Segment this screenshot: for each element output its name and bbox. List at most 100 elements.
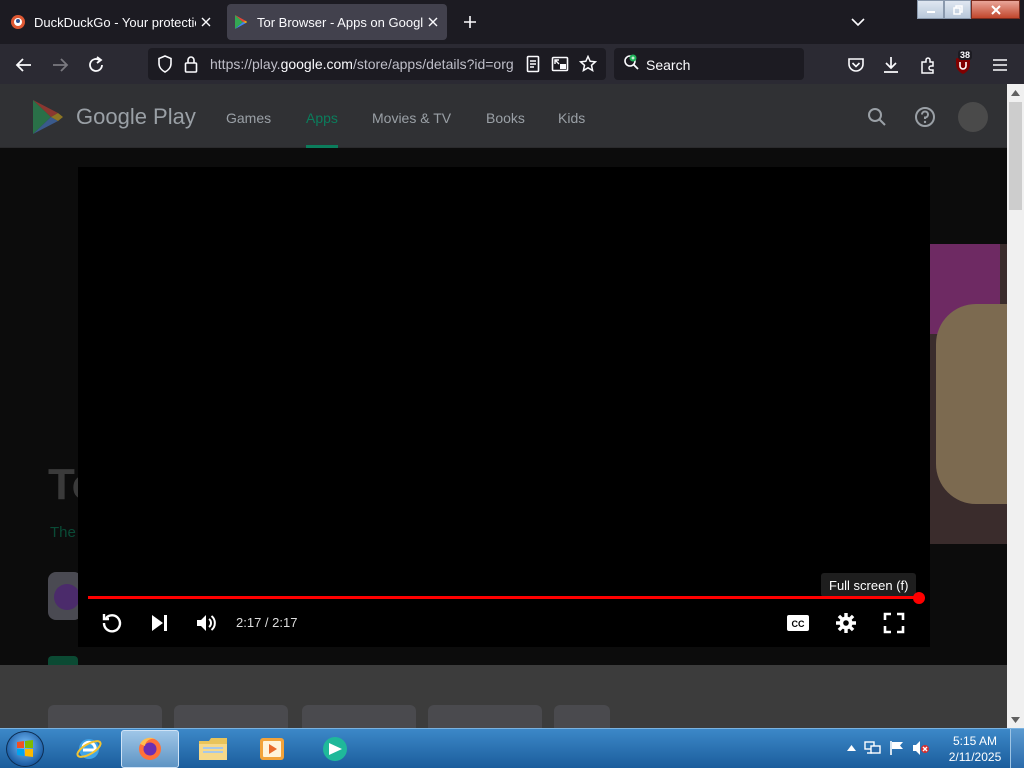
screenshot-thumbnail[interactable] [428, 705, 542, 728]
minimize-button[interactable] [917, 0, 944, 19]
video-player[interactable] [78, 167, 930, 647]
help-icon[interactable] [912, 104, 938, 130]
taskbar-app[interactable] [306, 730, 364, 768]
url-domain: google.com [280, 56, 353, 72]
bookmark-star-icon[interactable] [579, 55, 597, 73]
pocket-icon [848, 58, 864, 72]
taskbar-internet-explorer[interactable] [60, 730, 118, 768]
search-placeholder: Search [646, 57, 691, 73]
avatar[interactable] [958, 102, 988, 132]
internet-explorer-icon [76, 739, 102, 759]
google-play-logo-text[interactable]: Google Play [76, 104, 196, 130]
tab-tor-browser[interactable]: Tor Browser - Apps on Google P [227, 4, 447, 40]
nav-books[interactable]: Books [486, 110, 525, 126]
time-display: 2:17 / 2:17 [236, 615, 298, 630]
lock-icon[interactable] [182, 55, 200, 73]
scrollbar-thumb[interactable] [1009, 102, 1022, 210]
extensions-button[interactable] [915, 52, 941, 78]
network-icon [864, 741, 881, 754]
nav-movies-tv[interactable]: Movies & TV [372, 110, 451, 126]
restore-button[interactable] [944, 0, 971, 19]
reload-button[interactable] [83, 52, 109, 78]
skip-next-icon [152, 615, 167, 631]
scroll-up-arrow-icon[interactable] [1007, 84, 1024, 101]
action-center-tray-icon[interactable] [888, 733, 906, 763]
close-tab-icon[interactable] [196, 12, 216, 32]
fullscreen-tooltip: Full screen (f) [821, 573, 917, 597]
plus-icon [464, 16, 476, 28]
system-clock[interactable]: 5:15 AM 2/11/2025 [944, 733, 1006, 765]
windows-logo-icon [17, 740, 33, 757]
arrow-right-icon [53, 58, 69, 72]
list-all-tabs-button[interactable] [846, 10, 870, 34]
media-player-icon [260, 738, 284, 760]
hero-illustration [930, 244, 1007, 544]
taskbar-media-player[interactable] [243, 730, 301, 768]
menu-button[interactable] [987, 52, 1013, 78]
tab-strip: DuckDuckGo - Your protection Tor Browser… [0, 0, 1024, 44]
shield-icon[interactable] [156, 55, 174, 73]
screenshot-thumbnail[interactable] [554, 705, 610, 728]
chevron-down-icon [851, 18, 865, 27]
search-engine-icon [623, 54, 641, 72]
progress-scrubber[interactable] [913, 592, 925, 604]
app-developer[interactable]: The [50, 524, 76, 541]
screenshots-row [0, 665, 1007, 728]
nav-kids[interactable]: Kids [558, 110, 585, 126]
address-bar[interactable]: https://play.google.com/store/apps/detai… [148, 48, 606, 80]
google-play-header: Google Play Games Apps Movies & TV Books… [0, 84, 1007, 148]
download-icon [884, 57, 898, 73]
svg-text:CC: CC [792, 619, 805, 629]
next-button[interactable] [145, 609, 173, 637]
hero-illustration-face [936, 304, 1007, 504]
downloads-button[interactable] [878, 52, 904, 78]
pocket-button[interactable] [843, 52, 869, 78]
puzzle-icon [921, 57, 934, 74]
hamburger-menu-icon [993, 59, 1007, 71]
fullscreen-button[interactable] [880, 609, 908, 637]
close-tab-icon[interactable] [423, 12, 443, 32]
start-button[interactable] [6, 731, 44, 767]
flag-icon [890, 741, 903, 755]
folder-icon [199, 738, 227, 760]
duckduckgo-icon [11, 15, 25, 29]
new-tab-button[interactable] [458, 10, 482, 34]
progress-bar[interactable] [88, 596, 920, 599]
clock-time: 5:15 AM [952, 734, 998, 748]
show-hidden-icons-button[interactable] [842, 733, 860, 763]
network-tray-icon[interactable] [864, 733, 882, 763]
fullscreen-icon [883, 612, 905, 634]
screenshot-thumbnail[interactable] [48, 705, 162, 728]
tab-title: DuckDuckGo - Your protection [34, 14, 196, 30]
settings-button[interactable] [832, 609, 860, 637]
screenshot-thumbnail[interactable] [174, 705, 288, 728]
volume-muted-icon [913, 741, 929, 755]
replay-button[interactable] [98, 609, 126, 637]
search-bar[interactable]: Search [614, 48, 804, 80]
forward-button[interactable] [47, 52, 73, 78]
google-play-logo-icon[interactable] [30, 98, 66, 136]
back-button[interactable] [11, 52, 37, 78]
gear-icon [836, 613, 856, 633]
tab-duckduckgo[interactable]: DuckDuckGo - Your protection [4, 4, 220, 40]
reader-view-icon[interactable] [524, 55, 542, 73]
volume-tray-icon[interactable] [912, 733, 930, 763]
windows-taskbar: 5:15 AM 2/11/2025 [0, 728, 1024, 768]
subtitles-button[interactable]: CC [784, 609, 812, 637]
volume-icon [197, 615, 216, 631]
url-text[interactable]: https://play.google.com/store/apps/detai… [210, 56, 516, 72]
volume-button[interactable] [192, 609, 220, 637]
vertical-scrollbar[interactable] [1007, 84, 1024, 728]
screenshot-thumbnail[interactable] [302, 705, 416, 728]
taskbar-firefox[interactable] [121, 730, 179, 768]
picture-in-picture-icon[interactable] [551, 55, 569, 73]
google-play-icon [235, 15, 247, 29]
search-icon[interactable] [864, 104, 890, 130]
scroll-down-arrow-icon[interactable] [1007, 711, 1024, 728]
close-window-button[interactable] [971, 0, 1020, 19]
nav-games[interactable]: Games [226, 110, 271, 126]
chevron-up-icon [846, 745, 856, 751]
nav-apps[interactable]: Apps [306, 110, 338, 126]
show-desktop-button[interactable] [1010, 729, 1024, 768]
taskbar-file-explorer[interactable] [184, 730, 242, 768]
